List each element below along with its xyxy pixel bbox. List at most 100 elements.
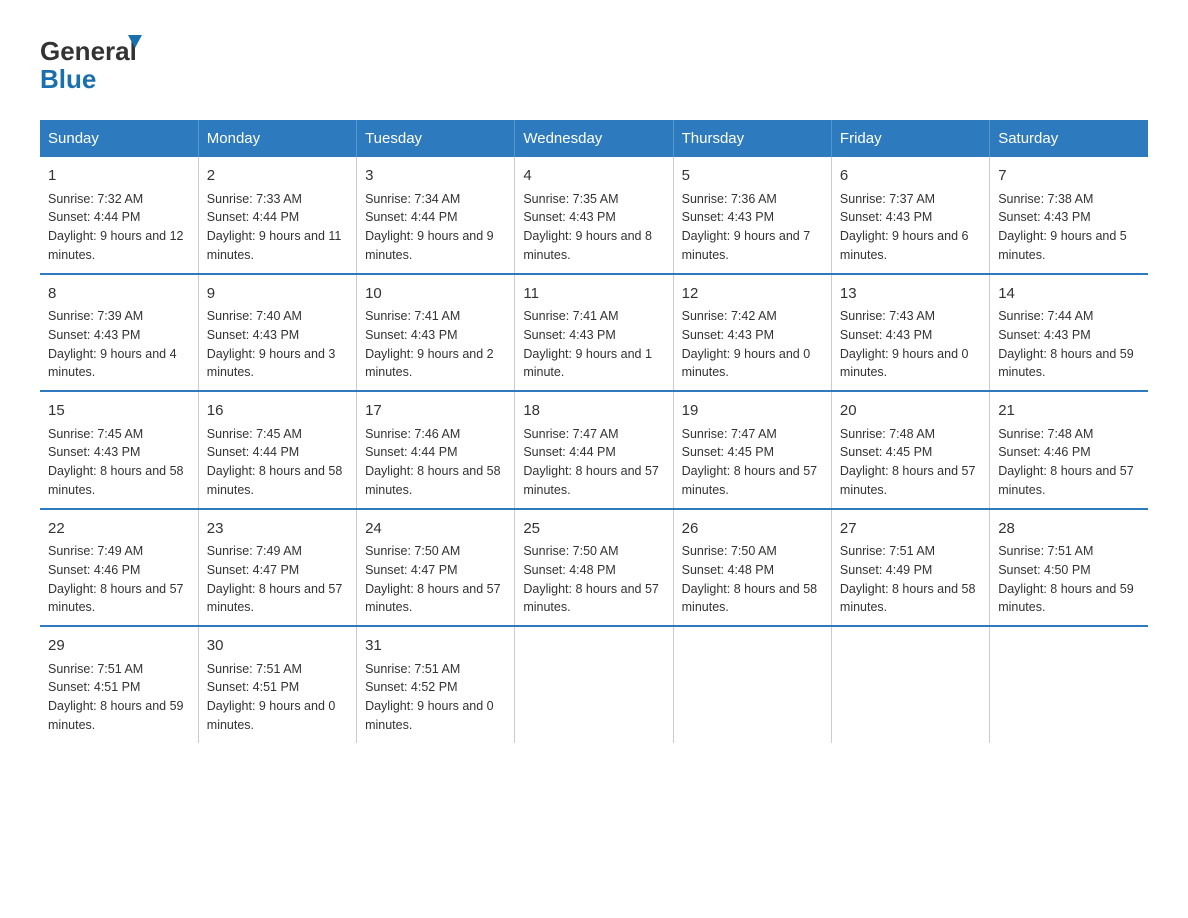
daylight-label: Daylight: 9 hours and 8 minutes. [523, 229, 652, 262]
calendar-cell: 18Sunrise: 7:47 AMSunset: 4:44 PMDayligh… [515, 391, 673, 509]
calendar-cell: 25Sunrise: 7:50 AMSunset: 4:48 PMDayligh… [515, 509, 673, 627]
sunset-label: Sunset: 4:43 PM [998, 210, 1090, 224]
sunset-label: Sunset: 4:51 PM [48, 680, 140, 694]
sunset-label: Sunset: 4:43 PM [840, 210, 932, 224]
daylight-label: Daylight: 9 hours and 3 minutes. [207, 347, 336, 380]
daylight-label: Daylight: 8 hours and 57 minutes. [48, 582, 184, 615]
svg-text:Blue: Blue [40, 64, 96, 94]
calendar-cell: 13 Sunrise: 7:43 AM Sunset: 4:43 PM Dayligh… [831, 274, 989, 392]
daylight-label: Daylight: 8 hours and 57 minutes. [998, 464, 1134, 497]
daylight-label: Daylight: 8 hours and 57 minutes. [365, 582, 501, 615]
day-number: 20 [840, 400, 981, 423]
sunrise-label: Sunrise: 7:46 AM [365, 427, 460, 441]
calendar-cell [673, 626, 831, 743]
calendar-cell: 24Sunrise: 7:50 AMSunset: 4:47 PMDayligh… [357, 509, 515, 627]
daylight-label: Daylight: 9 hours and 7 minutes. [682, 229, 811, 262]
sunrise-label: Sunrise: 7:51 AM [998, 544, 1093, 558]
calendar-cell: 31Sunrise: 7:51 AMSunset: 4:52 PMDayligh… [357, 626, 515, 743]
sunrise-label: Sunrise: 7:41 AM [523, 309, 618, 323]
sunset-label: Sunset: 4:47 PM [365, 563, 457, 577]
sunrise-label: Sunrise: 7:37 AM [840, 192, 935, 206]
sunrise-label: Sunrise: 7:51 AM [365, 662, 460, 676]
day-number: 6 [840, 165, 981, 188]
day-number: 27 [840, 518, 981, 541]
sunset-label: Sunset: 4:43 PM [48, 445, 140, 459]
daylight-label: Daylight: 9 hours and 0 minutes. [682, 347, 811, 380]
sunset-label: Sunset: 4:44 PM [207, 445, 299, 459]
sunset-label: Sunset: 4:44 PM [365, 210, 457, 224]
sunset-label: Sunset: 4:43 PM [523, 210, 615, 224]
daylight-label: Daylight: 9 hours and 9 minutes. [365, 229, 494, 262]
calendar-cell [990, 626, 1148, 743]
daylight-label: Daylight: 8 hours and 59 minutes. [998, 347, 1134, 380]
sunrise-label: Sunrise: 7:38 AM [998, 192, 1093, 206]
sunrise-label: Sunrise: 7:40 AM [207, 309, 302, 323]
day-number: 3 [365, 165, 506, 188]
day-number: 7 [998, 165, 1140, 188]
sunrise-label: Sunrise: 7:39 AM [48, 309, 143, 323]
sunrise-label: Sunrise: 7:51 AM [840, 544, 935, 558]
sunrise-label: Sunrise: 7:33 AM [207, 192, 302, 206]
day-number: 29 [48, 635, 190, 658]
day-number: 22 [48, 518, 190, 541]
calendar-cell: 10Sunrise: 7:41 AMSunset: 4:43 PMDayligh… [357, 274, 515, 392]
sunrise-label: Sunrise: 7:43 AM [840, 309, 935, 323]
col-header-wednesday: Wednesday [515, 120, 673, 157]
day-number: 28 [998, 518, 1140, 541]
sunset-label: Sunset: 4:46 PM [48, 563, 140, 577]
daylight-label: Daylight: 9 hours and 4 minutes. [48, 347, 177, 380]
sunset-label: Sunset: 4:45 PM [840, 445, 932, 459]
sunrise-label: Sunrise: 7:50 AM [365, 544, 460, 558]
calendar-cell: 11Sunrise: 7:41 AMSunset: 4:43 PMDayligh… [515, 274, 673, 392]
logo-svg: GeneralBlue [40, 30, 160, 100]
calendar-cell: 5Sunrise: 7:36 AMSunset: 4:43 PMDaylight… [673, 157, 831, 274]
daylight-label: Daylight: 8 hours and 57 minutes. [207, 582, 343, 615]
daylight-label: Daylight: 8 hours and 57 minutes. [840, 464, 976, 497]
sunset-label: Sunset: 4:48 PM [523, 563, 615, 577]
daylight-label: Daylight: 9 hours and 0 minutes. [840, 347, 969, 380]
sunset-label: Sunset: 4:43 PM [48, 328, 140, 342]
sunset-label: Sunset: 4:43 PM [207, 328, 299, 342]
daylight-label: Daylight: 9 hours and 12 minutes. [48, 229, 184, 262]
sunrise-label: Sunrise: 7:47 AM [523, 427, 618, 441]
calendar-cell: 6Sunrise: 7:37 AMSunset: 4:43 PMDaylight… [831, 157, 989, 274]
col-header-sunday: Sunday [40, 120, 198, 157]
sunrise-label: Sunrise: 7:34 AM [365, 192, 460, 206]
day-number: 31 [365, 635, 506, 658]
calendar-cell: 12Sunrise: 7:42 AMSunset: 4:43 PMDayligh… [673, 274, 831, 392]
day-number: 14 [998, 283, 1140, 306]
calendar-cell: 27Sunrise: 7:51 AMSunset: 4:49 PMDayligh… [831, 509, 989, 627]
sunset-label: Sunset: 4:45 PM [682, 445, 774, 459]
calendar-cell: 14Sunrise: 7:44 AMSunset: 4:43 PMDayligh… [990, 274, 1148, 392]
col-header-thursday: Thursday [673, 120, 831, 157]
calendar-cell: 26Sunrise: 7:50 AMSunset: 4:48 PMDayligh… [673, 509, 831, 627]
day-number: 2 [207, 165, 348, 188]
sunrise-label: Sunrise: 7:47 AM [682, 427, 777, 441]
sunset-label: Sunset: 4:44 PM [523, 445, 615, 459]
day-number: 19 [682, 400, 823, 423]
sunrise-label: Sunrise: 7:44 AM [998, 309, 1093, 323]
calendar-cell: 29Sunrise: 7:51 AMSunset: 4:51 PMDayligh… [40, 626, 198, 743]
day-number: 15 [48, 400, 190, 423]
sunrise-label: Sunrise: 7:48 AM [840, 427, 935, 441]
day-number: 30 [207, 635, 348, 658]
calendar-cell: 16Sunrise: 7:45 AMSunset: 4:44 PMDayligh… [198, 391, 356, 509]
calendar-cell: 21Sunrise: 7:48 AMSunset: 4:46 PMDayligh… [990, 391, 1148, 509]
day-number: 11 [523, 283, 664, 306]
calendar-cell: 8Sunrise: 7:39 AMSunset: 4:43 PMDaylight… [40, 274, 198, 392]
week-row-5: 29Sunrise: 7:51 AMSunset: 4:51 PMDayligh… [40, 626, 1148, 743]
sunset-label: Sunset: 4:47 PM [207, 563, 299, 577]
day-number: 12 [682, 283, 823, 306]
calendar-header-row: SundayMondayTuesdayWednesdayThursdayFrid… [40, 120, 1148, 157]
sunrise-label: Sunrise: 7:35 AM [523, 192, 618, 206]
col-header-monday: Monday [198, 120, 356, 157]
daylight-label: Daylight: 8 hours and 57 minutes. [523, 464, 659, 497]
calendar-cell: 19Sunrise: 7:47 AMSunset: 4:45 PMDayligh… [673, 391, 831, 509]
sunrise-label: Sunrise: 7:36 AM [682, 192, 777, 206]
calendar-cell: 2Sunrise: 7:33 AMSunset: 4:44 PMDaylight… [198, 157, 356, 274]
day-number: 13 [840, 283, 981, 306]
sunset-label: Sunset: 4:43 PM [840, 328, 932, 342]
sunrise-label: Sunrise: 7:51 AM [207, 662, 302, 676]
calendar-cell: 4Sunrise: 7:35 AMSunset: 4:43 PMDaylight… [515, 157, 673, 274]
sunset-label: Sunset: 4:51 PM [207, 680, 299, 694]
